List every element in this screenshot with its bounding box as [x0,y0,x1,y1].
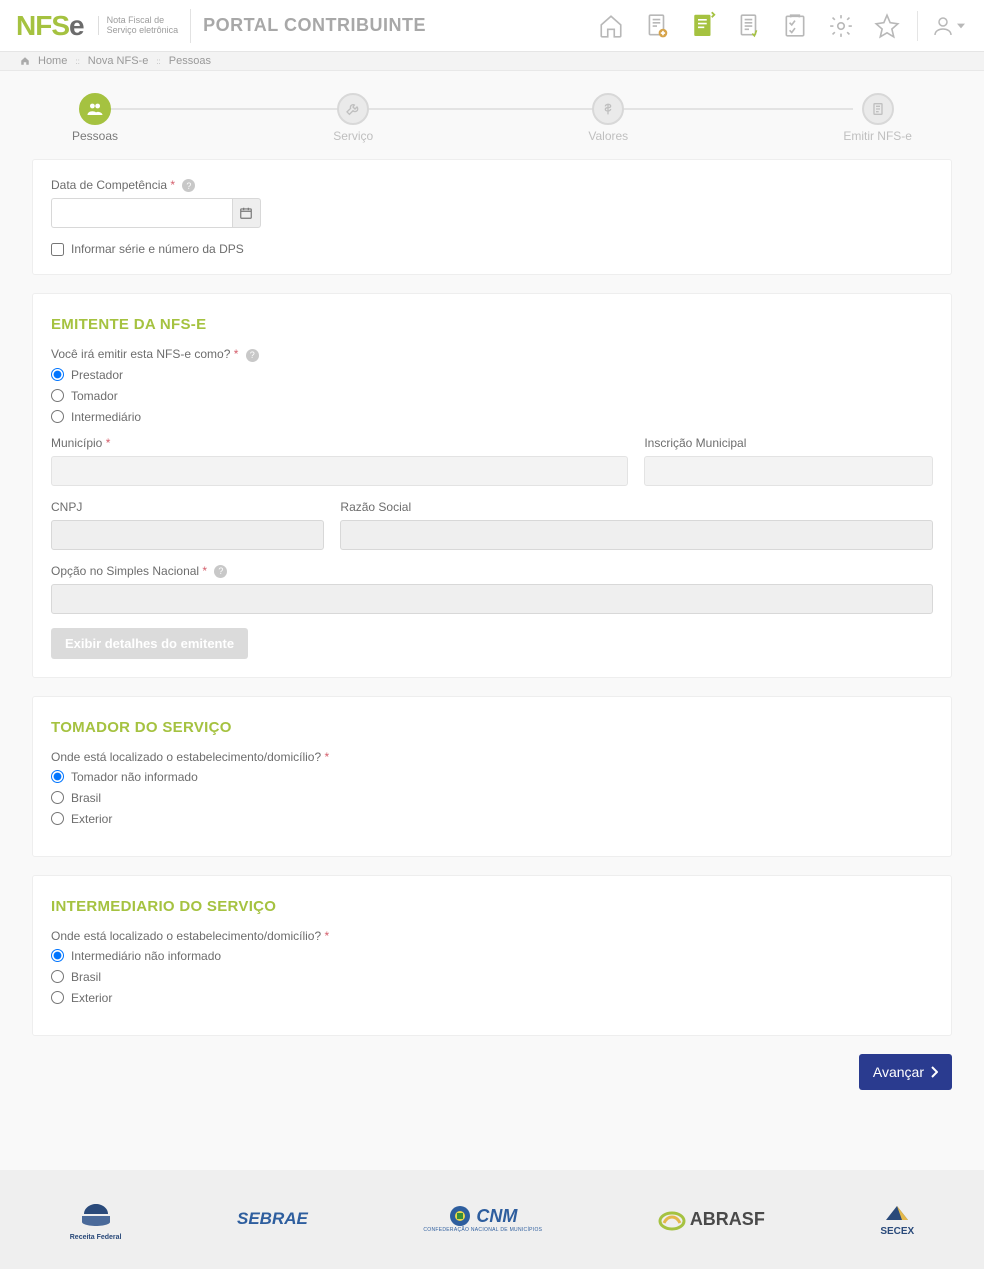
input-cnpj [51,520,324,550]
input-data-competencia[interactable] [51,198,232,228]
label-tomador-localizacao: Onde está localizado o estabelecimento/d… [51,750,933,764]
step-connector [108,108,343,110]
chevron-right-icon [930,1066,938,1078]
checkbox-input[interactable] [51,243,64,256]
button-label: Avançar [873,1064,924,1080]
radio-group-emitir-como: Prestador Tomador Intermediário [51,368,933,424]
radio-tomador-exterior[interactable]: Exterior [51,812,933,826]
section-title-intermediario: INTERMEDIARIO DO SERVIÇO [51,898,933,915]
help-icon[interactable]: ? [182,179,195,192]
footer-logo-label: Receita Federal [70,1234,122,1241]
step-label: Serviço [333,129,373,143]
radio-group-tomador: Tomador não informado Brasil Exterior [51,770,933,826]
radio-tomador[interactable]: Tomador [51,389,933,403]
label-emitir-como: Você irá emitir esta NFS-e como? * ? [51,347,933,361]
help-icon[interactable]: ? [246,349,259,362]
input-simples-nacional [51,584,933,614]
checkbox-informar-dps[interactable]: Informar série e número da DPS [51,242,933,256]
portal-title: PORTAL CONTRIBUINTE [203,15,426,36]
step-connector [618,108,853,110]
input-razao-social [340,520,933,550]
label-intermediario-localizacao: Onde está localizado o estabelecimento/d… [51,929,933,943]
header-toolbar [591,6,968,46]
radio-group-intermediario: Intermediário não informado Brasil Exter… [51,949,933,1005]
checklist-icon[interactable] [775,6,815,46]
label-municipio: Município * [51,436,628,450]
chevron-icon: :: [156,57,160,66]
divider [190,9,191,43]
button-avancar[interactable]: Avançar [859,1054,952,1090]
panel-tomador: TOMADOR DO SERVIÇO Onde está localizado … [32,696,952,857]
logo[interactable]: NFSe Nota Fiscal de Serviço eletrônica [16,10,178,42]
footer-logo-cnm[interactable]: CNM CONFEDERAÇÃO NACIONAL DE MUNICÍPIOS [423,1205,542,1233]
footer-logo-sebrae[interactable]: SEBRAE [237,1209,308,1229]
label-cnpj: CNPJ [51,500,324,514]
footer-logo-label: SECEX [880,1226,914,1237]
logo-subtitle: Nota Fiscal de Serviço eletrônica [98,16,179,36]
panel-competencia: Data de Competência * ? Informar série e… [32,159,952,275]
star-icon[interactable] [867,6,907,46]
footer-logo-label: SEBRAE [237,1209,308,1228]
footer-logo-label: CNM [476,1206,517,1227]
checkbox-label: Informar série e número da DPS [71,242,244,256]
step-label: Valores [588,129,628,143]
dollar-icon [592,93,624,125]
gear-icon[interactable] [821,6,861,46]
radio-intermediario-brasil[interactable]: Brasil [51,970,933,984]
radio-intermediario-exterior[interactable]: Exterior [51,991,933,1005]
footer-logo-abrasf[interactable]: ABRASF [658,1207,765,1231]
label-simples-nacional: Opção no Simples Nacional * ? [51,564,933,578]
footer: Receita Federal SEBRAE CNM CONFEDERAÇÃO … [0,1170,984,1269]
chevron-icon: :: [75,57,79,66]
radio-intermediario-nao-informado[interactable]: Intermediário não informado [51,949,933,963]
step-servico[interactable]: Serviço [333,93,373,143]
help-icon[interactable]: ? [214,565,227,578]
divider [917,11,918,41]
home-icon[interactable] [591,6,631,46]
user-menu-icon[interactable] [928,6,968,46]
logo-text: NFSe [16,10,84,42]
step-label: Emitir NFS-e [843,129,912,143]
people-icon [79,93,111,125]
bc-nova-nfse[interactable]: Nova NFS-e [88,55,149,67]
select-municipio[interactable] [51,456,628,486]
bc-current: Pessoas [169,55,211,67]
label-inscricao-municipal: Inscrição Municipal [644,436,933,450]
document-icon [862,93,894,125]
label-data-competencia: Data de Competência * ? [51,178,933,192]
invoice-new-icon[interactable] [637,6,677,46]
invoice-list-icon[interactable] [729,6,769,46]
radio-prestador[interactable]: Prestador [51,368,933,382]
wizard-stepper: Pessoas Serviço Valores Emitir NFS-e [32,71,952,159]
bc-home[interactable]: Home [38,55,67,67]
radio-tomador-brasil[interactable]: Brasil [51,791,933,805]
section-title-tomador: TOMADOR DO SERVIÇO [51,719,933,736]
panel-emitente: EMITENTE DA NFS-E Você irá emitir esta N… [32,293,952,678]
logo-sub-line2: Serviço eletrônica [107,26,179,36]
radio-intermediario[interactable]: Intermediário [51,410,933,424]
step-label: Pessoas [72,129,118,143]
footer-logo-receita[interactable]: Receita Federal [70,1198,122,1241]
invoice-active-icon[interactable] [683,6,723,46]
footer-logo-label: ABRASF [690,1209,765,1230]
step-valores[interactable]: Valores [588,93,628,143]
section-title-emitente: EMITENTE DA NFS-E [51,316,933,333]
button-exibir-detalhes[interactable]: Exibir detalhes do emitente [51,628,248,659]
calendar-button[interactable] [232,198,261,228]
footer-logo-secex[interactable]: SECEX [880,1202,914,1237]
select-inscricao-municipal[interactable] [644,456,933,486]
radio-tomador-nao-informado[interactable]: Tomador não informado [51,770,933,784]
step-pessoas[interactable]: Pessoas [72,93,118,143]
step-emitir[interactable]: Emitir NFS-e [843,93,912,143]
label-razao-social: Razão Social [340,500,933,514]
home-icon [20,56,30,66]
wrench-icon [337,93,369,125]
breadcrumb: Home :: Nova NFS-e :: Pessoas [0,52,984,71]
step-connector [363,108,598,110]
panel-intermediario: INTERMEDIARIO DO SERVIÇO Onde está local… [32,875,952,1036]
app-header: NFSe Nota Fiscal de Serviço eletrônica P… [0,0,984,52]
